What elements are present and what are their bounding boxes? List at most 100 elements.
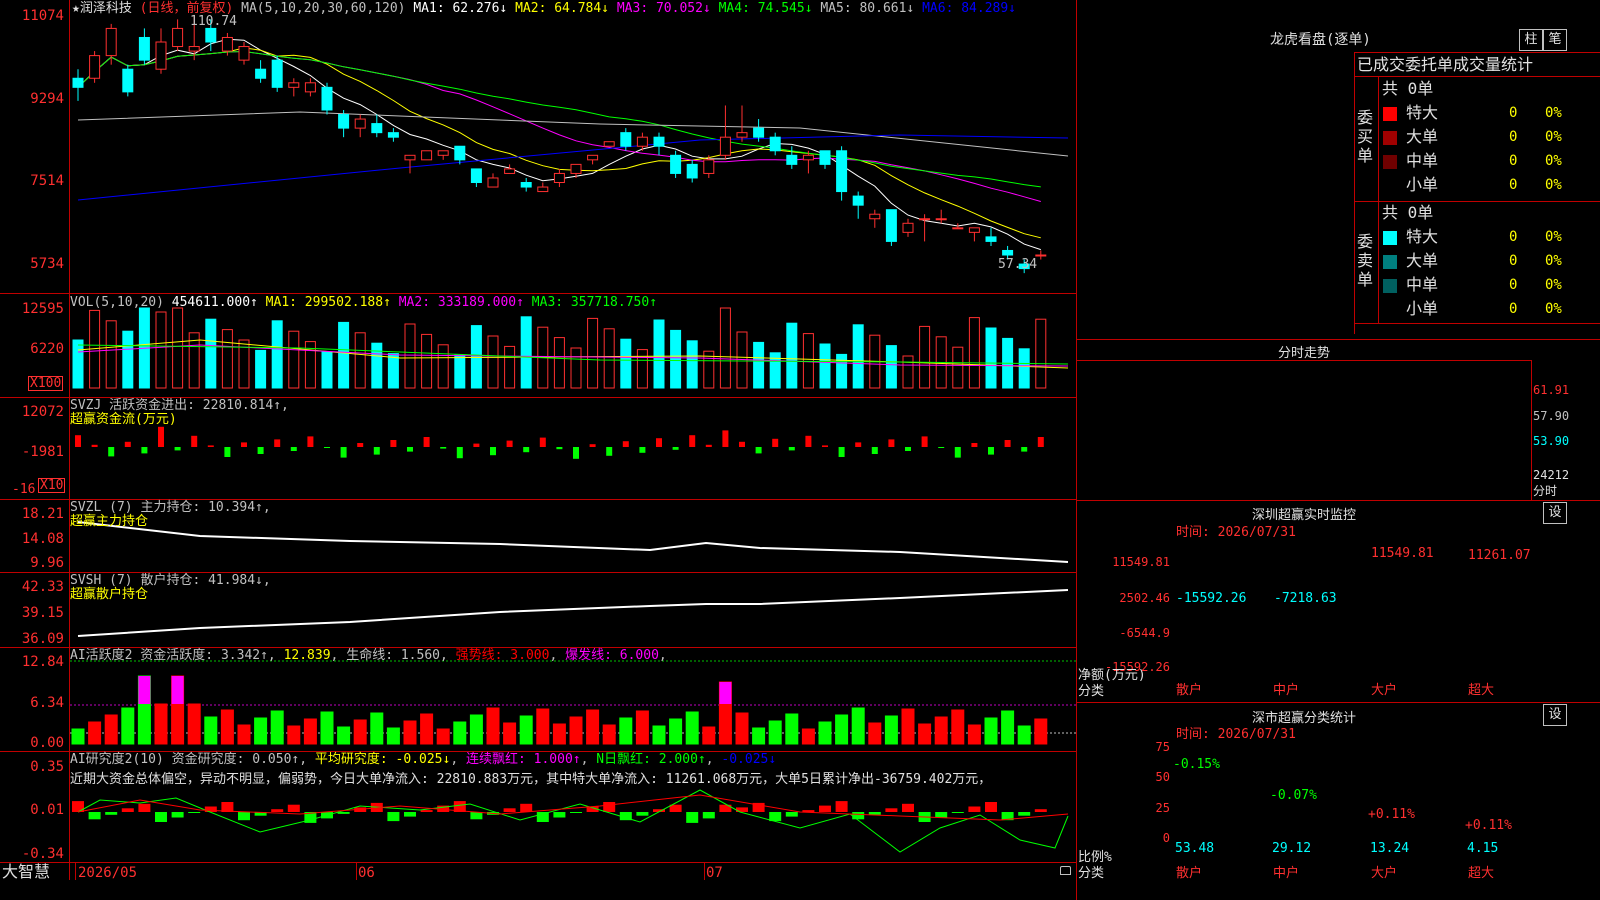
classify-y-label: 25 (1155, 801, 1170, 815)
classify-settings-button[interactable]: 设 (1543, 704, 1567, 726)
svzj-y-label: -1981 (21, 444, 64, 460)
fund-flow-bar (174, 447, 181, 451)
sell-total: 共 0单 (1382, 203, 1434, 222)
fund-flow-bar (124, 441, 131, 447)
candle-body (172, 27, 184, 48)
classify-time: 时间: 2026/07/31 (1176, 727, 1296, 742)
bar-mode-button[interactable]: 柱 (1519, 29, 1543, 51)
candle-body (1002, 249, 1014, 256)
fund-flow-bar (324, 447, 330, 448)
order-count: 0 (1509, 105, 1518, 121)
ma-value: MA5: 80.661↓ (812, 1, 915, 16)
vol-ma-value: MA3: 357718.750↑ (523, 295, 658, 310)
volume-bar (288, 330, 300, 389)
svsh-y-label: 36.09 (21, 631, 64, 647)
xaxis-tick (356, 862, 357, 880)
fund-flow-bar (506, 440, 513, 447)
candle-body (902, 222, 914, 233)
volume-bar (753, 341, 765, 389)
research-bar (603, 802, 616, 812)
candle-body (587, 154, 599, 161)
research-bar (769, 812, 782, 822)
monitor-ylabel: 净额(万元) (1078, 668, 1146, 683)
classify-change-label: +0.11% (1465, 818, 1512, 833)
fund-flow-bar (722, 430, 729, 447)
tick-mode-button[interactable]: 笔 (1543, 29, 1567, 51)
intraday-volume-label: 24212 (1533, 468, 1570, 482)
research-bar (404, 812, 416, 817)
dragon-subtitle-divider (1354, 76, 1600, 77)
research-bar (570, 812, 582, 813)
research-bar (72, 801, 84, 812)
candle-body (155, 41, 167, 70)
fund-flow-bar (490, 447, 496, 456)
candle-body (487, 177, 499, 188)
activity-bar (519, 715, 533, 745)
order-color-swatch (1383, 107, 1397, 121)
activity-bar (602, 724, 616, 745)
volume-bar (437, 344, 449, 389)
intraday-top-divider (1076, 339, 1600, 340)
fund-flow-bar (788, 447, 795, 451)
volume-bar (155, 311, 167, 389)
vol-y-label: 6220 (30, 341, 64, 357)
candle-body (89, 55, 101, 79)
candle-body (454, 145, 466, 161)
activity-bar (652, 725, 666, 745)
monitor-title: 深圳超赢实时监控 (1251, 508, 1356, 523)
left-right-divider (1076, 0, 1077, 900)
main-y-label: 9294 (30, 91, 64, 107)
volume-bar (421, 333, 433, 389)
classify-ylabel: 比例% (1078, 850, 1112, 865)
volume-bar (852, 324, 864, 389)
fund-flow-bar (274, 439, 281, 447)
activity-bar (586, 709, 600, 745)
activity-bar (254, 717, 268, 745)
order-percent: 0% (1545, 153, 1562, 169)
lock-icon[interactable] (1060, 866, 1071, 875)
research-bar (553, 812, 566, 818)
fund-flow-bar (407, 447, 413, 452)
volume-bar (819, 343, 831, 389)
activity-bar (569, 716, 583, 745)
fund-flow-bar (689, 435, 696, 447)
fund-flow-bar (888, 439, 895, 447)
activity-bar (121, 707, 135, 745)
candle-body (404, 154, 416, 161)
candle-body (603, 141, 615, 147)
research-bar (238, 812, 250, 821)
ai1-y-label: 12.84 (21, 654, 64, 670)
fund-flow-bar (805, 435, 812, 447)
research-bar (702, 812, 715, 819)
candle-body (138, 36, 150, 61)
monitor-settings-button[interactable]: 设 (1543, 502, 1567, 524)
svzl-y-label: 14.08 (21, 531, 64, 547)
volume-bar (653, 319, 665, 389)
ma-value: MA4: 74.545↓ (710, 1, 813, 16)
volume-bar (354, 332, 366, 389)
fund-flow-bar (141, 447, 148, 454)
intraday-y-label: 57.90 (1533, 409, 1570, 423)
activity-bar (270, 710, 284, 745)
candle-body (719, 136, 731, 156)
classify-y-label: 0 (1162, 831, 1170, 845)
candle-body (354, 118, 366, 129)
ai2-n-day-red: N日飘红: 2.000↑ (596, 752, 706, 767)
dragon-col-divider (1378, 76, 1379, 323)
candle-body (653, 136, 665, 147)
research-bar (503, 808, 516, 812)
ma-value: MA6: 84.289↓ (914, 1, 1017, 16)
candle-body (919, 218, 931, 221)
fund-flow-bar (589, 444, 596, 447)
research-bar (105, 812, 118, 815)
ai2-y-label: 0.01 (30, 802, 64, 818)
dragon-box-bottom (1354, 323, 1600, 324)
order-count: 0 (1509, 229, 1518, 245)
activity-bar (851, 707, 865, 745)
fund-flow-bar (573, 447, 579, 459)
xaxis-label: 2026/05 (78, 865, 138, 881)
volume-bar (985, 327, 997, 389)
intraday-title: 分时走势 (1277, 346, 1330, 361)
activity-bar (204, 716, 218, 745)
activity-bar (918, 723, 932, 745)
